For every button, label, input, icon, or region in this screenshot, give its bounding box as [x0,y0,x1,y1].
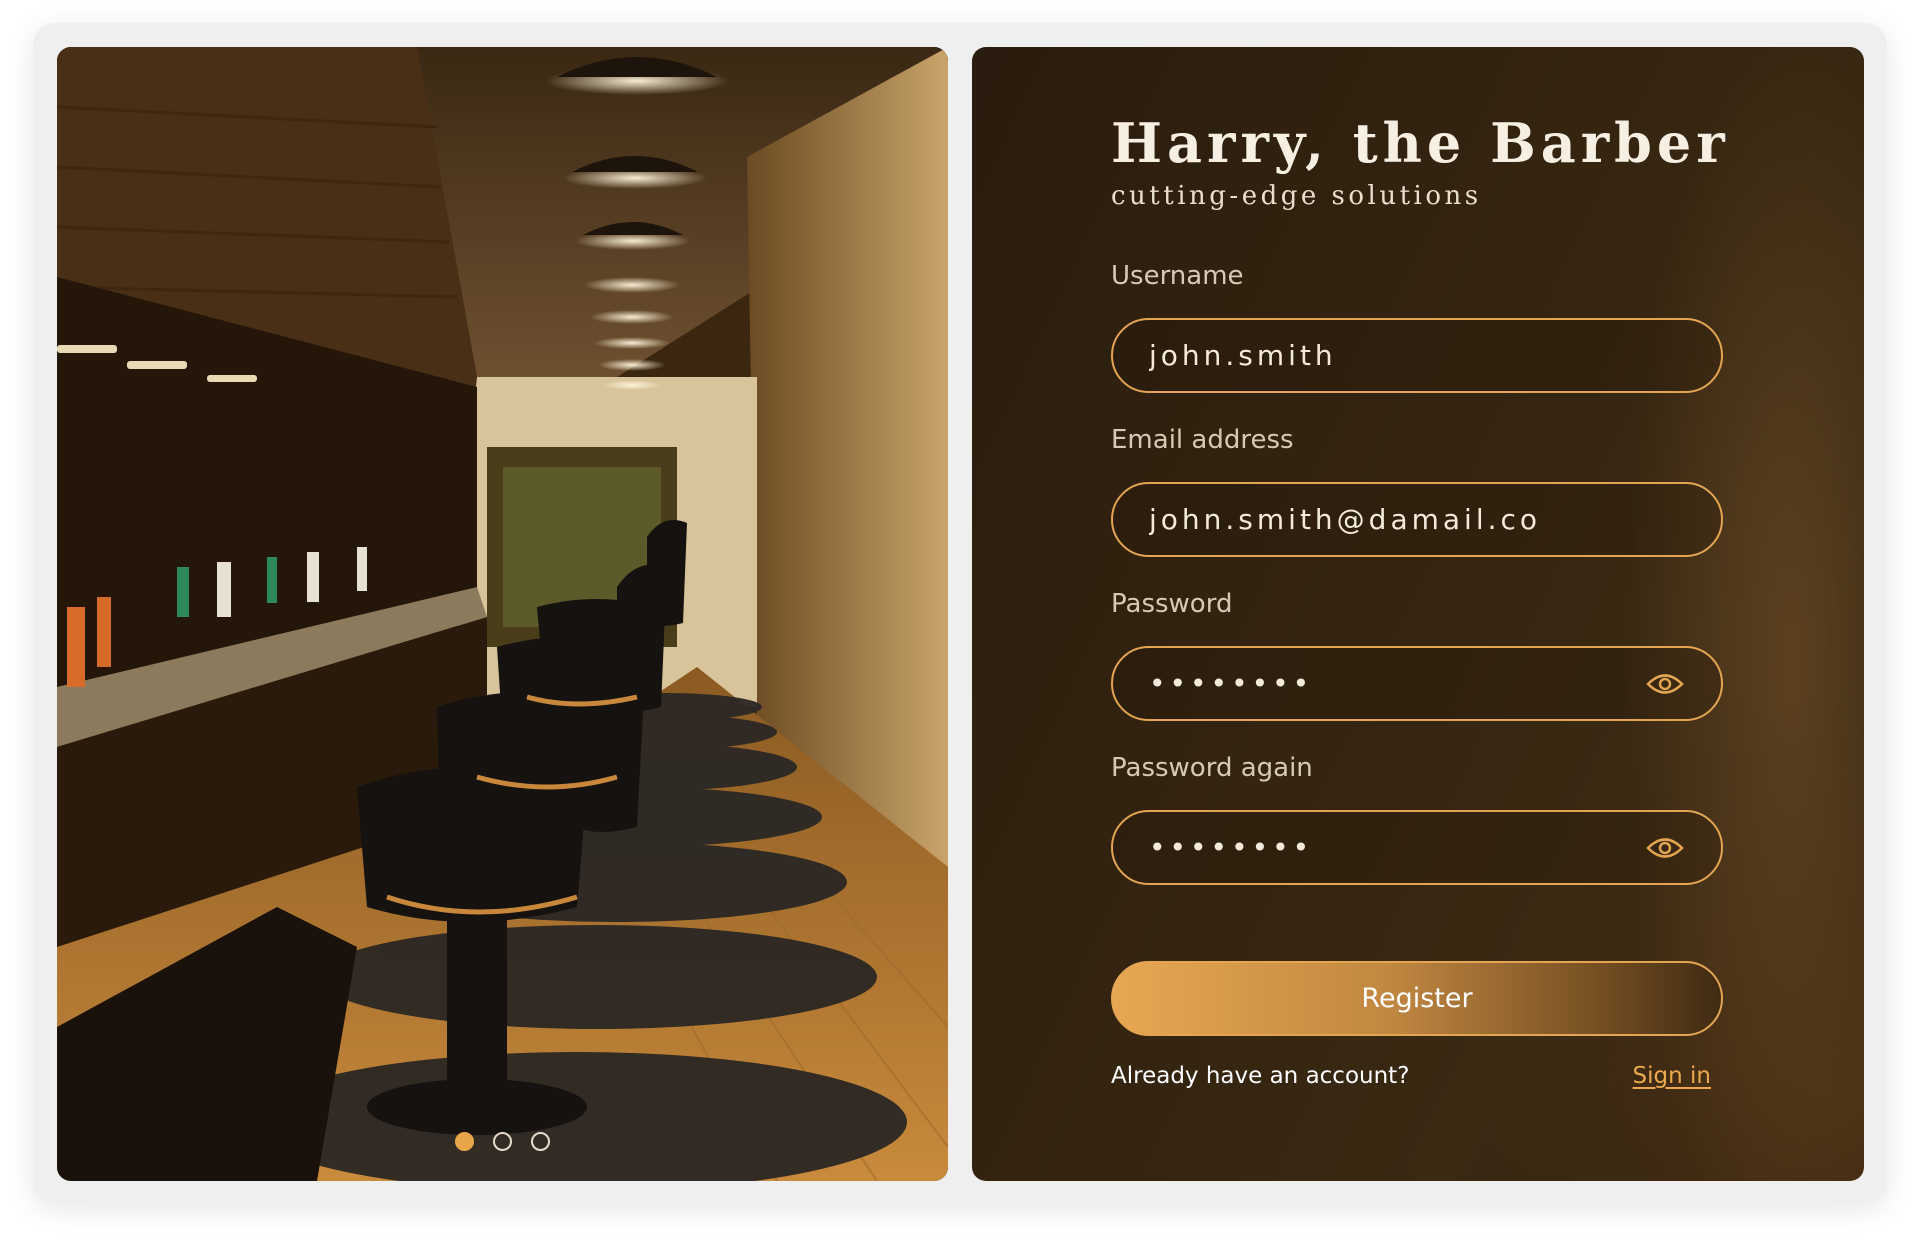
carousel-dot-3[interactable] [531,1132,550,1151]
password-again-field-wrapper [1111,810,1723,885]
carousel-dots [57,1132,948,1151]
barbershop-photo [57,47,948,1181]
email-field-wrapper [1111,482,1723,557]
show-password-again-eye-icon[interactable] [1645,834,1685,862]
signin-link[interactable]: Sign in [1633,1063,1711,1089]
register-button[interactable]: Register [1111,961,1723,1036]
brand-tagline: cutting-edge solutions [1111,181,1482,211]
carousel-dot-1[interactable] [455,1132,474,1151]
carousel-image [57,47,948,1181]
email-input[interactable] [1149,503,1685,536]
email-label: Email address [1111,425,1294,455]
password-input[interactable] [1149,667,1645,700]
username-input[interactable] [1149,339,1685,372]
register-panel: Harry, the Barber cutting-edge solutions… [972,47,1864,1181]
carousel-dot-2[interactable] [493,1132,512,1151]
signin-row: Already have an account? Sign in [1111,1063,1711,1089]
password-again-label: Password again [1111,753,1313,783]
username-label: Username [1111,261,1244,291]
show-password-eye-icon[interactable] [1645,670,1685,698]
signin-prompt: Already have an account? [1111,1063,1410,1089]
password-field-wrapper [1111,646,1723,721]
password-again-input[interactable] [1149,831,1645,864]
username-field-wrapper [1111,318,1723,393]
brand-title: Harry, the Barber [1111,111,1730,175]
password-label: Password [1111,589,1233,619]
